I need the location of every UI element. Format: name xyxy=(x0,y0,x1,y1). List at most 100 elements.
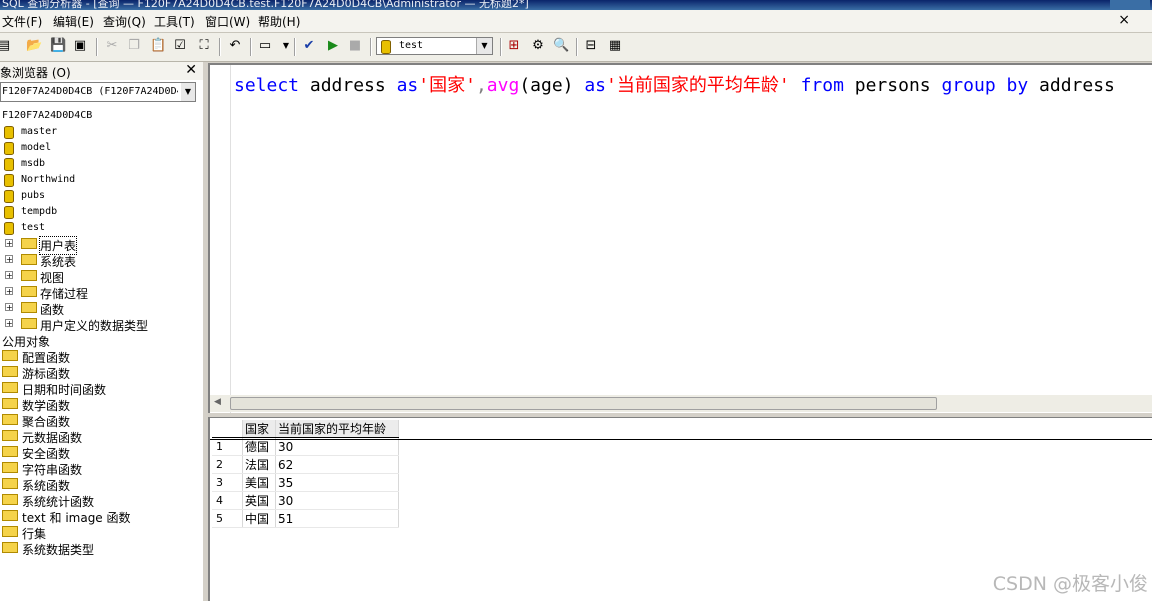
column-header[interactable]: 当前国家的平均年龄 xyxy=(275,420,399,438)
save-icon[interactable]: 💾 xyxy=(50,38,66,54)
database-select[interactable]: test ▼ xyxy=(376,37,493,55)
sql-string: '当前国家的平均年龄' xyxy=(606,75,790,96)
expand-plus-icon[interactable]: + xyxy=(5,303,13,312)
toolbar-separator xyxy=(294,38,296,56)
open-folder-icon[interactable]: 📂 xyxy=(26,38,42,54)
object-browser-title: 对象浏览器 (O) xyxy=(0,66,71,80)
server-combo-value: F120F7A24D0D4CB (F120F7A24D0D4CB\Adminis… xyxy=(2,86,178,97)
paste-icon[interactable]: 📋 xyxy=(150,38,166,54)
sql-string: '国家' xyxy=(418,75,476,96)
expand-plus-icon[interactable]: + xyxy=(5,319,13,328)
copy-icon[interactable]: ❐ xyxy=(126,38,142,54)
menu-bar: 文件(F) 编辑(E) 查询(Q) 工具(T) 窗口(W) 帮助(H) × xyxy=(0,10,1152,33)
cell-avg-age[interactable]: 35 xyxy=(275,473,399,492)
table-row[interactable]: 3 美国 35 xyxy=(212,473,399,492)
database-icon xyxy=(4,174,14,187)
expand-plus-icon[interactable]: + xyxy=(5,271,13,280)
cell-country[interactable]: 英国 xyxy=(242,491,276,510)
index-tuning-icon[interactable]: ⚙ xyxy=(530,38,546,54)
close-document-icon[interactable]: × xyxy=(1118,12,1130,28)
table-row[interactable]: 1 德国 30 xyxy=(212,437,399,456)
folder-icon xyxy=(21,318,37,329)
insert-template-icon[interactable]: ▣ xyxy=(72,38,88,54)
row-number-header[interactable] xyxy=(212,420,243,438)
sql-identifier: address xyxy=(299,75,397,96)
object-browser: 对象浏览器 (O) ✕ F120F7A24D0D4CB (F120F7A24D0… xyxy=(0,62,203,601)
show-results-pane-icon[interactable]: ▦ xyxy=(607,38,623,54)
sql-identifier: (age) xyxy=(519,75,585,96)
watermark: CSDN @极客小俊 xyxy=(992,573,1148,595)
chevron-down-icon[interactable]: ▼ xyxy=(476,38,492,54)
cell-avg-age[interactable]: 51 xyxy=(275,509,399,528)
cut-icon[interactable]: ✂ xyxy=(104,38,120,54)
object-browser-icon[interactable]: ⊟ xyxy=(583,38,599,54)
sql-space xyxy=(996,75,1007,96)
server-combo[interactable]: F120F7A24D0D4CB (F120F7A24D0D4CB\Adminis… xyxy=(0,82,196,102)
results-mode-icon[interactable]: ▭ xyxy=(257,38,273,54)
table-row[interactable]: 5 中国 51 xyxy=(212,509,399,528)
database-icon xyxy=(4,158,14,171)
sql-identifier: persons xyxy=(843,75,942,96)
undo-icon[interactable]: ↶ xyxy=(227,38,243,54)
row-number: 4 xyxy=(212,491,243,510)
folder-icon xyxy=(2,446,18,457)
cell-avg-age[interactable]: 30 xyxy=(275,437,399,456)
expand-plus-icon[interactable]: + xyxy=(5,287,13,296)
results-grid[interactable]: 国家 当前国家的平均年龄 1 德国 30 2 法国 62 3 美国 35 4 英… xyxy=(212,420,399,528)
cell-avg-age[interactable]: 30 xyxy=(275,491,399,510)
folder-icon xyxy=(2,478,18,489)
table-row[interactable]: 4 英国 30 xyxy=(212,491,399,510)
execution-plan-icon[interactable]: ⊞ xyxy=(506,38,522,54)
menu-tools[interactable]: 工具(T) xyxy=(154,13,195,30)
cell-country[interactable]: 美国 xyxy=(242,473,276,492)
database-select-value: test xyxy=(399,40,424,51)
stop-icon[interactable]: ■ xyxy=(347,38,363,54)
find-binoculars-icon[interactable]: ⛶ xyxy=(196,38,212,54)
row-number: 5 xyxy=(212,509,243,528)
sql-operator: , xyxy=(475,75,487,96)
cell-country[interactable]: 中国 xyxy=(242,509,276,528)
menu-window[interactable]: 窗口(W) xyxy=(205,13,250,30)
window-controls[interactable] xyxy=(1110,0,1150,10)
estimated-plan-icon[interactable]: 🔍 xyxy=(553,38,569,54)
scroll-left-icon[interactable]: ◀ xyxy=(214,397,221,407)
sql-keyword: select xyxy=(234,75,300,96)
query-text[interactable]: select address as'国家',avg(age) as'当前国家的平… xyxy=(234,71,1115,97)
object-browser-header: 对象浏览器 (O) ✕ xyxy=(0,62,203,80)
column-header[interactable]: 国家 xyxy=(242,420,276,438)
folder-icon xyxy=(2,510,18,521)
database-icon xyxy=(4,206,14,219)
new-query-icon[interactable]: ▤ xyxy=(0,38,12,54)
cell-avg-age[interactable]: 62 xyxy=(275,455,399,474)
expand-plus-icon[interactable]: + xyxy=(5,239,13,248)
results-header-row: 国家 当前国家的平均年龄 xyxy=(212,420,399,438)
folder-icon xyxy=(2,542,18,553)
editor-horizontal-scrollbar[interactable]: ◀ xyxy=(210,395,1152,412)
cell-country[interactable]: 法国 xyxy=(242,455,276,474)
table-row[interactable]: 2 法国 62 xyxy=(212,455,399,474)
sql-keyword: by xyxy=(1006,75,1029,96)
results-mode-dropdown-icon[interactable]: ▼ xyxy=(278,38,294,54)
folder-icon xyxy=(2,526,18,537)
menu-query[interactable]: 查询(Q) xyxy=(103,13,146,30)
expand-plus-icon[interactable]: + xyxy=(5,255,13,264)
scrollbar-thumb[interactable] xyxy=(230,397,937,410)
execute-play-icon[interactable]: ▶ xyxy=(325,38,341,54)
sql-space xyxy=(790,75,801,96)
close-icon[interactable]: ✕ xyxy=(185,62,197,78)
menu-edit[interactable]: 编辑(E) xyxy=(53,13,94,30)
folder-icon xyxy=(2,398,18,409)
folder-icon xyxy=(2,494,18,505)
toolbar-separator xyxy=(219,38,221,56)
query-editor[interactable]: select address as'国家',avg(age) as'当前国家的平… xyxy=(208,63,1152,413)
cell-country[interactable]: 德国 xyxy=(242,437,276,456)
editor-gutter xyxy=(210,65,231,413)
chevron-down-icon[interactable]: ▼ xyxy=(181,83,195,101)
sql-keyword: group xyxy=(941,75,996,96)
parse-check-icon[interactable]: ✔ xyxy=(301,38,317,54)
menu-file[interactable]: 文件(F) xyxy=(2,13,42,30)
clear-window-icon[interactable]: ☑ xyxy=(172,38,188,54)
folder-icon xyxy=(2,430,18,441)
folder-icon xyxy=(21,254,37,265)
menu-help[interactable]: 帮助(H) xyxy=(258,13,300,30)
